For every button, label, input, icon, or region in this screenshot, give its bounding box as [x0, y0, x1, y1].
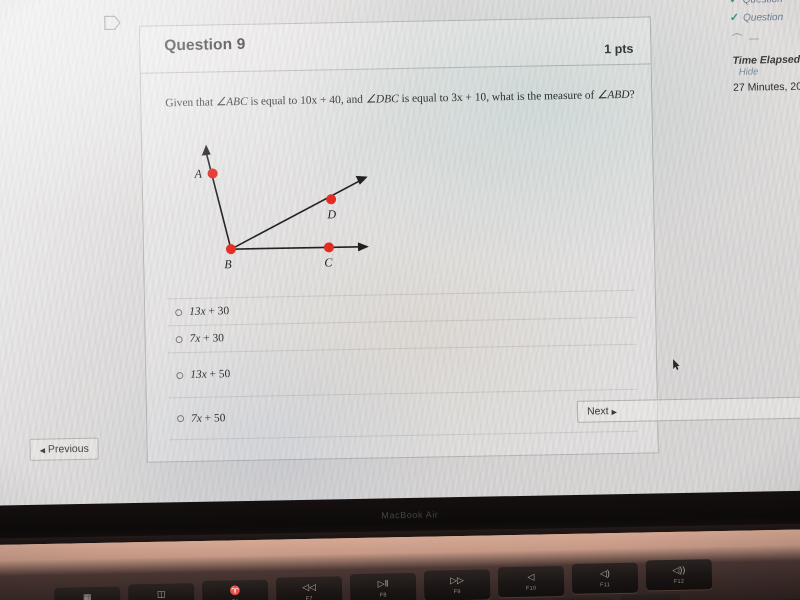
prompt-text-2: is equal to	[247, 94, 301, 108]
mouse-pointer-icon	[673, 359, 680, 370]
hide-timer-link[interactable]: Hide	[739, 66, 759, 77]
answer-label-b: 7x + 30	[189, 332, 225, 345]
fast-forward-icon: ▷▷	[449, 574, 465, 586]
point-b-dot	[225, 244, 236, 255]
check-icon: ✓	[729, 11, 740, 24]
time-elapsed-value: 27 Minutes, 20 Seco	[733, 80, 800, 94]
geometry-figure: A B D C	[193, 144, 369, 271]
function-key-f8[interactable]: ▷‖ F8	[349, 572, 417, 600]
function-key-f4[interactable]: ▦	[54, 586, 121, 600]
play-pause-icon: ▷‖	[377, 578, 389, 589]
angle-abd: ∠ABD	[597, 88, 630, 102]
volume-down-icon: ◁)	[599, 568, 610, 579]
point-d-dot	[326, 194, 337, 205]
prompt-text-1: Given that	[165, 96, 217, 110]
ray-ba	[205, 152, 232, 250]
function-key-label: F11	[600, 582, 611, 589]
function-key-f7[interactable]: ◁◁ F7	[275, 576, 343, 600]
point-a-dot	[207, 168, 218, 179]
answer-radio-a[interactable]	[175, 308, 183, 316]
question-prompt: Given that ∠ABC is equal to 10x + 40, an…	[165, 84, 635, 115]
expression-dbc: 3x + 10	[451, 91, 487, 105]
time-elapsed-block: Time Elapsed:Hide 27 Minutes, 20 Seco	[733, 53, 800, 94]
sidebar-question-label: Question	[743, 0, 783, 6]
ray-bd-arrowhead	[355, 175, 368, 185]
brightness-icon: ♈	[229, 585, 241, 596]
prompt-text-3: , and	[340, 93, 366, 107]
answer-radio-d[interactable]	[177, 415, 185, 423]
ray-bc-arrowhead	[357, 242, 369, 252]
function-key-f6[interactable]: ♈ F6	[201, 579, 269, 600]
question-header: Question 9 1 pts	[139, 17, 651, 74]
check-icon: ✓	[729, 0, 738, 6]
keyboard-backlight-icon: ◫	[156, 588, 166, 599]
point-d-label: D	[326, 207, 336, 221]
question-title: Question 9	[164, 35, 246, 55]
sidebar-question-item[interactable]: ✓ Question	[729, 11, 800, 24]
function-key-label: F9	[453, 589, 461, 596]
launchpad-icon: ▦	[82, 592, 92, 600]
point-b-label: B	[224, 257, 232, 271]
function-key-f12[interactable]: ◁)) F12	[645, 559, 713, 591]
laptop-photo: Question 9 1 pts Given that ∠ABC is equa…	[0, 0, 800, 600]
prompt-text-5: , what is the measure of	[486, 89, 598, 104]
clock-icon: ⌒ —	[732, 33, 762, 45]
time-elapsed-label: Time Elapsed:	[732, 53, 800, 67]
answer-radio-b[interactable]	[175, 335, 183, 343]
rewind-icon: ◁◁	[302, 581, 317, 593]
ray-bc	[230, 245, 361, 250]
function-key-label: F7	[305, 595, 313, 600]
question-points: 1 pts	[604, 41, 634, 57]
laptop-screen: Question 9 1 pts Given that ∠ABC is equa…	[0, 0, 800, 530]
sidebar-question-item[interactable]: ✓ Question	[729, 0, 800, 6]
answer-radio-c[interactable]	[176, 371, 184, 379]
point-c-dot	[323, 242, 334, 253]
function-key-label: F12	[673, 578, 685, 585]
ray-ba-arrowhead	[201, 144, 211, 156]
previous-button[interactable]: ◀ Previous	[29, 437, 99, 461]
answer-options: 13x + 30 7x + 30 13x + 50 7x + 50	[166, 289, 638, 441]
prompt-text-6: ?	[629, 88, 635, 101]
point-c-label: C	[324, 255, 333, 269]
next-button[interactable]: Next ▶	[576, 396, 800, 423]
function-key-f9[interactable]: ▷▷ F9	[423, 569, 491, 600]
previous-button-label: Previous	[47, 442, 89, 456]
prompt-text-4: is equal to	[398, 92, 452, 106]
mute-icon: ◁	[527, 571, 535, 582]
ray-bd	[230, 180, 361, 250]
function-key-f10[interactable]: ◁ F10	[497, 566, 565, 598]
next-button-label: Next	[586, 405, 609, 418]
question-card: Question 9 1 pts Given that ∠ABC is equa…	[138, 16, 659, 463]
question-navigation-sidebar: ✓ Question ✓ Question ✓ Question ✓ Quest…	[729, 0, 800, 94]
function-key-f11[interactable]: ◁) F11	[571, 562, 639, 594]
angle-abc: ∠ABC	[215, 95, 248, 109]
chevron-left-icon: ◀	[39, 447, 46, 455]
flag-bookmark-icon[interactable]	[104, 15, 121, 30]
volume-up-icon: ◁))	[672, 564, 686, 575]
function-key-label: F10	[525, 585, 537, 592]
point-a-label: A	[193, 167, 202, 181]
angle-dbc: ∠DBC	[365, 93, 399, 106]
expression-abc: 10x + 40	[300, 94, 341, 107]
answer-label-c: 13x + 50	[190, 368, 231, 381]
keyboard-row2-key[interactable]	[620, 593, 681, 600]
sidebar-question-label: Question	[742, 11, 784, 24]
function-key-f5[interactable]: ◫ F5	[128, 583, 195, 600]
answer-label-d: 7x + 50	[190, 411, 226, 425]
macbook-air-label: MacBook Air	[381, 509, 439, 521]
chevron-right-icon: ▶	[611, 409, 618, 417]
function-key-label: F8	[379, 592, 387, 599]
answer-label-a: 13x + 30	[189, 305, 230, 318]
